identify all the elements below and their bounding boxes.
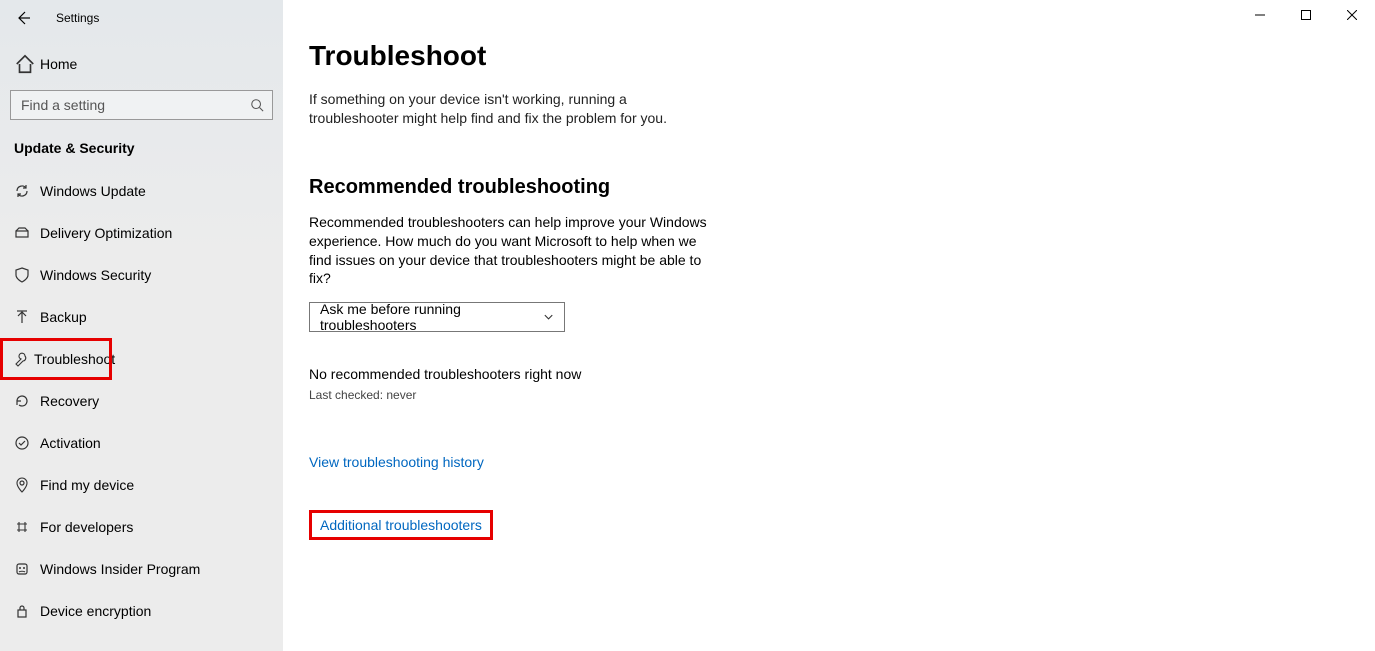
troubleshoot-preference-dropdown[interactable]: Ask me before running troubleshooters xyxy=(309,302,565,332)
search-box[interactable] xyxy=(10,90,273,120)
nav-label: Find my device xyxy=(40,477,134,493)
additional-troubleshooters-link[interactable]: Additional troubleshooters xyxy=(320,517,482,533)
nav-label: Device encryption xyxy=(40,603,151,619)
sidebar-item-troubleshoot[interactable]: Troubleshoot xyxy=(0,338,112,380)
minimize-icon xyxy=(1255,10,1265,20)
nav-label: Troubleshoot xyxy=(34,351,115,367)
minimize-button[interactable] xyxy=(1237,0,1283,30)
home-label: Home xyxy=(40,56,77,72)
back-button[interactable] xyxy=(10,5,36,31)
wrench-icon xyxy=(14,351,30,367)
sidebar-item-activation[interactable]: Activation xyxy=(0,422,283,464)
no-recommended-status: No recommended troubleshooters right now xyxy=(309,366,1375,382)
page-intro: If something on your device isn't workin… xyxy=(309,90,709,128)
delivery-icon xyxy=(14,225,36,241)
search-wrap xyxy=(0,88,283,120)
insider-icon xyxy=(14,561,36,577)
nav-label: Backup xyxy=(40,309,87,325)
sidebar-item-find-my-device[interactable]: Find my device xyxy=(0,464,283,506)
home-icon xyxy=(14,53,36,75)
sidebar-item-windows-security[interactable]: Windows Security xyxy=(0,254,283,296)
sidebar-header: Settings xyxy=(0,0,283,36)
sidebar-item-recovery[interactable]: Recovery xyxy=(0,380,283,422)
dropdown-value: Ask me before running troubleshooters xyxy=(320,301,543,333)
settings-header-title: Settings xyxy=(56,11,99,25)
sidebar-item-insider[interactable]: Windows Insider Program xyxy=(0,548,283,590)
view-history-link[interactable]: View troubleshooting history xyxy=(309,454,484,470)
search-input[interactable] xyxy=(19,96,250,114)
lock-icon xyxy=(14,603,36,619)
nav-label: Recovery xyxy=(40,393,99,409)
developer-icon xyxy=(14,519,36,535)
location-icon xyxy=(14,477,36,493)
sidebar-item-device-encryption[interactable]: Device encryption xyxy=(0,590,283,632)
arrow-left-icon xyxy=(15,10,31,26)
nav-label: Windows Security xyxy=(40,267,151,283)
section-title: Update & Security xyxy=(0,120,283,160)
recovery-icon xyxy=(14,393,36,409)
chevron-down-icon xyxy=(543,311,554,323)
backup-icon xyxy=(14,309,36,325)
search-icon xyxy=(250,98,264,112)
sidebar: Settings Home Update & Security Windows … xyxy=(0,0,283,651)
nav-label: Windows Insider Program xyxy=(40,561,200,577)
additional-troubleshooters-highlight: Additional troubleshooters xyxy=(309,510,493,540)
sidebar-nav: Windows Update Delivery Optimization Win… xyxy=(0,170,283,632)
sidebar-item-home[interactable]: Home xyxy=(0,42,283,86)
sidebar-item-for-developers[interactable]: For developers xyxy=(0,506,283,548)
sidebar-item-windows-update[interactable]: Windows Update xyxy=(0,170,283,212)
page-title: Troubleshoot xyxy=(309,40,1375,72)
content: Troubleshoot If something on your device… xyxy=(283,0,1375,651)
last-checked: Last checked: never xyxy=(309,388,1375,402)
nav-label: Delivery Optimization xyxy=(40,225,172,241)
maximize-icon xyxy=(1301,10,1311,20)
recommended-description: Recommended troubleshooters can help imp… xyxy=(309,213,709,289)
close-button[interactable] xyxy=(1329,0,1375,30)
sidebar-item-backup[interactable]: Backup xyxy=(0,296,283,338)
close-icon xyxy=(1347,10,1357,20)
check-icon xyxy=(14,435,36,451)
sync-icon xyxy=(14,183,36,199)
nav-label: For developers xyxy=(40,519,133,535)
recommended-heading: Recommended troubleshooting xyxy=(309,176,1375,199)
sidebar-item-delivery-optimization[interactable]: Delivery Optimization xyxy=(0,212,283,254)
nav-label: Activation xyxy=(40,435,101,451)
maximize-button[interactable] xyxy=(1283,0,1329,30)
shield-icon xyxy=(14,267,36,283)
window-controls xyxy=(1237,0,1375,30)
nav-label: Windows Update xyxy=(40,183,146,199)
